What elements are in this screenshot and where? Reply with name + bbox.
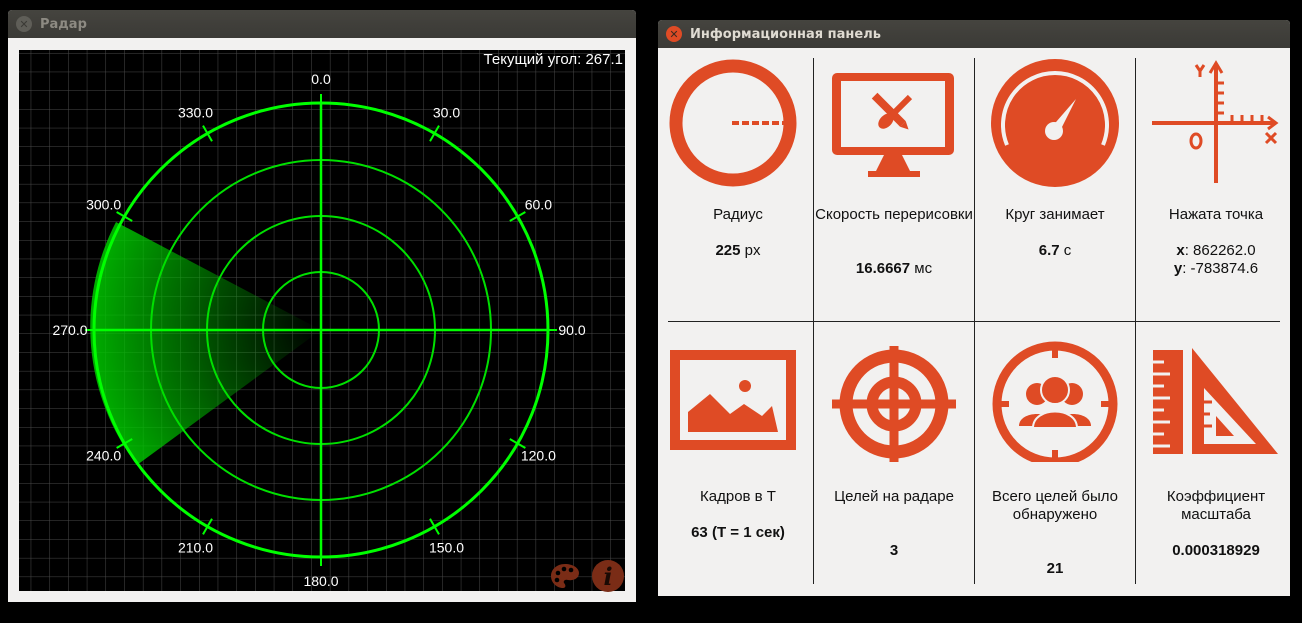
axes-icon	[1152, 60, 1279, 183]
radar-canvas[interactable]: 0.0 30.0 60.0 90.0 120.0 150.0 180.0 210.0 240.0…	[19, 50, 625, 592]
redraw-speed-cell: Скорость перерисовки 16.6667 мс	[814, 48, 974, 321]
people-target-icon	[992, 341, 1118, 462]
cell-label: Нажата точка	[1168, 206, 1264, 223]
y-coordinate: y: -783874.6	[1173, 260, 1259, 277]
gauge-icon	[991, 59, 1119, 187]
angle-label: 270.0	[52, 322, 87, 338]
angle-label: 60.0	[525, 197, 552, 213]
cell-label: Круг занимает	[1005, 206, 1105, 223]
close-icon[interactable]: ✕	[666, 26, 682, 42]
current-angle-readout: Текущий угол: 267.1	[483, 51, 623, 68]
scale-cell: Коэффициент масштаба 0.000318929	[1136, 322, 1290, 596]
cell-label: Коэффициент масштаба	[1166, 488, 1266, 523]
crosshair-icon	[832, 346, 956, 462]
angle-label: 180.0	[303, 573, 338, 589]
radar-window: ✕ Радар 0.0 30.0 60.0 90.0 120.0 150.0 1…	[8, 10, 636, 602]
angle-label: 210.0	[178, 539, 213, 555]
radar-titlebar: ✕ Радар	[8, 10, 636, 38]
clicked-point-cell: Нажата точка x: 862262.0 y: -783874.6	[1136, 48, 1290, 321]
close-icon[interactable]: ✕	[16, 16, 32, 32]
cell-value: 0.000318929	[1172, 542, 1260, 559]
cell-label: Скорость перерисовки	[815, 206, 973, 223]
angle-label: 120.0	[521, 448, 556, 464]
angle-label: 30.0	[433, 105, 460, 121]
window-title: Радар	[40, 16, 87, 32]
angle-label: 300.0	[86, 197, 121, 213]
targets-cell: Целей на радаре 3	[814, 322, 974, 596]
cell-value: 63 (T = 1 сек)	[691, 524, 785, 541]
ruler-triangle-icon	[1153, 348, 1278, 454]
cell-value: 6.7 с	[1038, 242, 1072, 259]
info-window: ✕ Информационная панель Радиус 225 px Ск…	[658, 20, 1290, 596]
info-icon[interactable]: i	[592, 560, 624, 592]
monitor-paint-icon	[832, 73, 954, 177]
circle-radius-icon	[669, 59, 797, 187]
angle-label: 90.0	[558, 322, 585, 338]
frames-cell: Кадров в T 63 (T = 1 сек)	[658, 322, 818, 596]
info-grid: Радиус 225 px Скорость перерисовки 16.66…	[658, 48, 1290, 596]
cell-label: Всего целей было обнаружено	[991, 488, 1119, 523]
window-title: Информационная панель	[690, 26, 881, 42]
angle-label: 240.0	[86, 448, 121, 464]
cell-label: Кадров в T	[700, 488, 776, 505]
palette-icon[interactable]	[549, 560, 581, 592]
angle-label: 150.0	[429, 539, 464, 555]
cell-value: 21	[1046, 560, 1064, 577]
picture-icon	[670, 350, 796, 450]
total-targets-cell: Всего целей было обнаружено 21	[975, 322, 1135, 596]
circle-time-cell: Круг занимает 6.7 с	[975, 48, 1135, 321]
angle-label: 330.0	[178, 105, 213, 121]
cell-value: 225 px	[715, 242, 761, 259]
cell-label: Целей на радаре	[834, 488, 954, 505]
cell-value: 3	[889, 542, 899, 559]
cell-value: 16.6667 мс	[855, 260, 933, 277]
radar-display[interactable]: 0.0 30.0 60.0 90.0 120.0 150.0 180.0 210.0 240.0…	[19, 50, 625, 591]
angle-label: 0.0	[311, 71, 331, 87]
cell-label: Радиус	[713, 206, 763, 223]
info-titlebar: ✕ Информационная панель	[658, 20, 1290, 48]
x-coordinate: x: 862262.0	[1176, 242, 1256, 259]
radius-cell: Радиус 225 px	[658, 48, 818, 321]
